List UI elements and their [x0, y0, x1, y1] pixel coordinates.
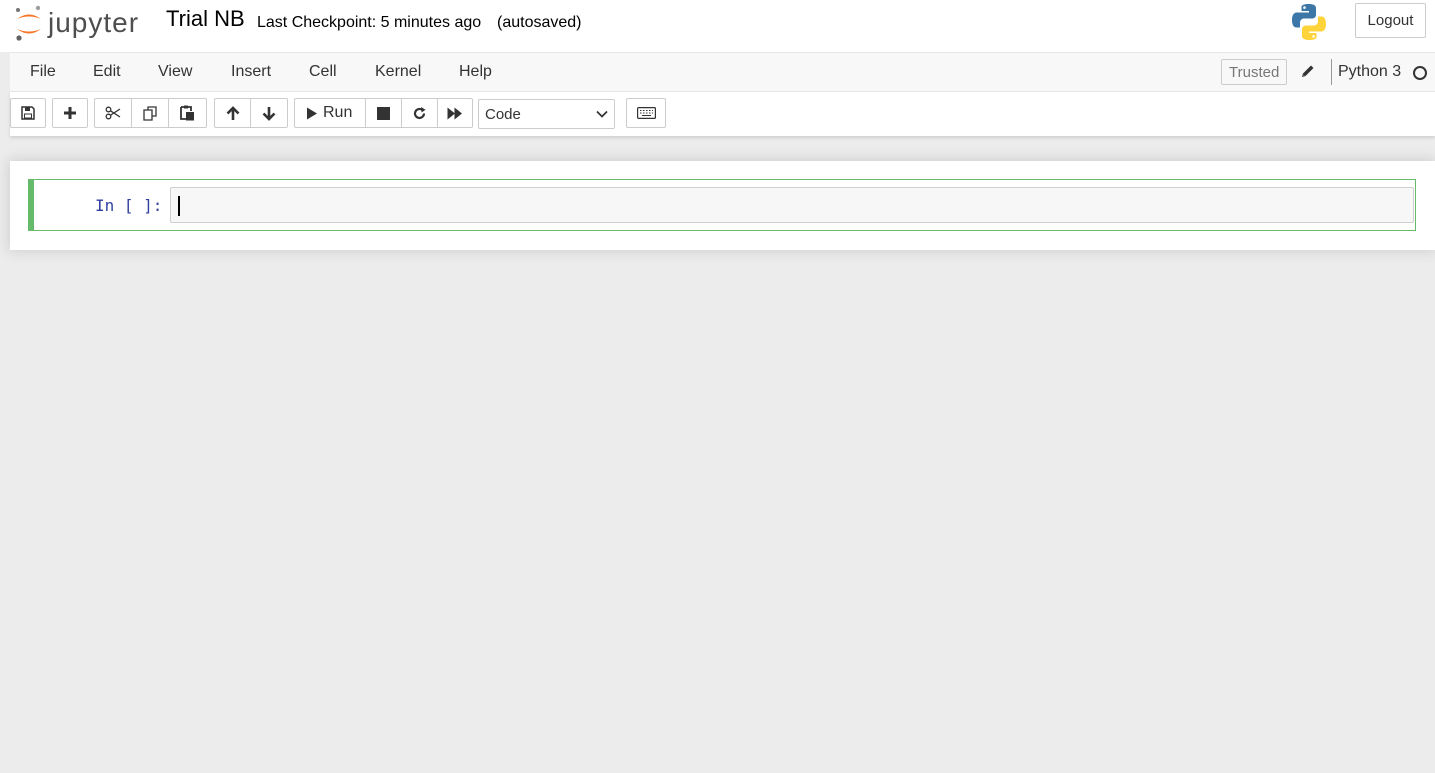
jupyter-logo-icon: [16, 5, 41, 41]
kernel-separator: [1331, 59, 1332, 85]
save-icon: [21, 106, 35, 120]
cell-type-value: Code: [485, 105, 521, 123]
copy-icon: [142, 105, 157, 121]
arrow-up-icon: [226, 105, 239, 120]
copy-button[interactable]: [131, 98, 169, 128]
menu-help[interactable]: Help: [459, 63, 492, 81]
kernel-idle-icon: [1413, 66, 1427, 80]
play-icon: [307, 107, 317, 119]
kernel-name: Python 3: [1338, 63, 1402, 80]
cut-button[interactable]: [94, 98, 132, 128]
text-cursor: [178, 196, 180, 216]
restart-button[interactable]: [401, 98, 438, 128]
jupyter-logo[interactable]: jupyter: [14, 4, 149, 42]
autosave-status: (autosaved): [497, 14, 582, 31]
notebook-title[interactable]: Trial NB: [166, 6, 245, 32]
header: jupyter Trial NB Last Checkpoint: 5 minu…: [0, 0, 1435, 52]
input-prompt: In [ ]:: [95, 196, 163, 215]
move-up-button[interactable]: [214, 98, 251, 128]
checkpoint-status: Last Checkpoint: 5 minutes ago: [257, 14, 482, 31]
menubar: File Edit View Insert Cell Kernel Help T…: [10, 52, 1435, 92]
pencil-icon[interactable]: [1300, 63, 1316, 79]
command-palette-button[interactable]: [626, 98, 666, 128]
run-label: Run: [323, 104, 353, 121]
menu-edit[interactable]: Edit: [93, 63, 121, 81]
code-cell[interactable]: In [ ]:: [28, 179, 1416, 231]
fast-forward-icon: [447, 107, 462, 119]
paste-icon: [180, 105, 194, 121]
menu-cell[interactable]: Cell: [309, 63, 337, 81]
scissors-icon: [105, 106, 121, 120]
paste-button[interactable]: [168, 98, 207, 128]
notebook-container: In [ ]:: [10, 161, 1435, 250]
save-button[interactable]: [10, 98, 46, 128]
menu-kernel[interactable]: Kernel: [375, 63, 421, 81]
logo-text: jupyter: [48, 7, 140, 38]
interrupt-button[interactable]: [365, 98, 402, 128]
keyboard-icon: [636, 107, 656, 119]
insert-cell-button[interactable]: [52, 98, 88, 128]
arrow-down-icon: [262, 106, 276, 121]
cell-type-select[interactable]: Code: [478, 99, 615, 129]
restart-run-all-button[interactable]: [437, 98, 473, 128]
menu-insert[interactable]: Insert: [231, 63, 271, 81]
python-icon: [1292, 4, 1326, 40]
toolbar: Run Code: [10, 92, 1435, 136]
chevron-down-icon: [596, 110, 608, 118]
trusted-indicator[interactable]: Trusted: [1221, 59, 1288, 85]
run-button[interactable]: Run: [294, 98, 366, 128]
menu-file[interactable]: File: [30, 63, 56, 81]
menu-view[interactable]: View: [158, 63, 192, 81]
plus-icon: [64, 107, 76, 119]
stop-icon: [377, 106, 390, 120]
logout-button[interactable]: Logout: [1355, 3, 1426, 38]
restart-icon: [413, 106, 426, 119]
code-input[interactable]: [170, 187, 1414, 223]
move-down-button[interactable]: [250, 98, 288, 128]
